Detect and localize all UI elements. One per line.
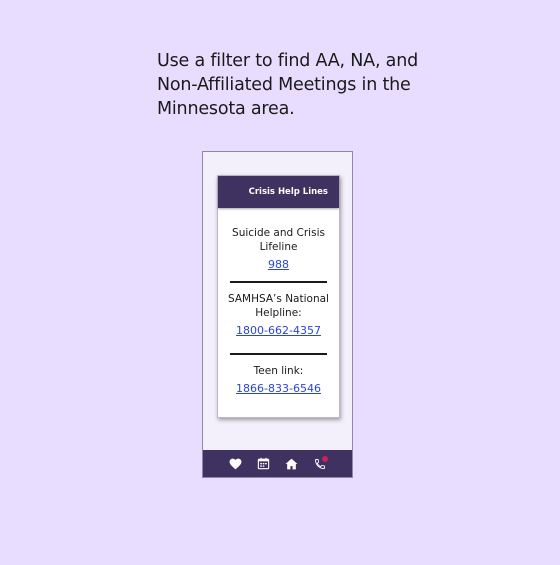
phone-icon[interactable]: [313, 455, 328, 471]
divider: [230, 353, 327, 355]
helpline-label: Teen link:: [253, 365, 304, 377]
helpline-phone-link[interactable]: 1800-662-4357: [222, 323, 335, 338]
divider: [230, 281, 327, 283]
calendar-icon[interactable]: [257, 457, 271, 471]
heart-icon[interactable]: [229, 457, 243, 471]
caption-text: Use a filter to find AA, NA, and Non-Aff…: [157, 51, 418, 119]
active-indicator-dot: [321, 455, 328, 462]
helpline-label: SAMHSA’s National Helpline:: [228, 293, 329, 319]
helpline-phone-link[interactable]: 1866-833-6546: [222, 381, 335, 396]
helpline-entry-teen: Teen link: 1866-833-6546: [222, 364, 335, 396]
bottom-nav-bar: [203, 450, 352, 477]
helpline-entry-suicide: Suicide and Crisis Lifeline 988: [222, 226, 335, 272]
helpline-entry-samhsa: SAMHSA’s National Helpline: 1800-662-435…: [222, 292, 335, 338]
card-title: Crisis Help Lines: [218, 176, 339, 208]
phone-mockup: Crisis Help Lines Suicide and Crisis Lif…: [202, 151, 353, 478]
crisis-help-card: Crisis Help Lines Suicide and Crisis Lif…: [217, 175, 340, 418]
helpline-label: Suicide and Crisis Lifeline: [232, 227, 325, 253]
home-icon[interactable]: [285, 457, 299, 471]
helpline-phone-link[interactable]: 988: [222, 257, 335, 272]
